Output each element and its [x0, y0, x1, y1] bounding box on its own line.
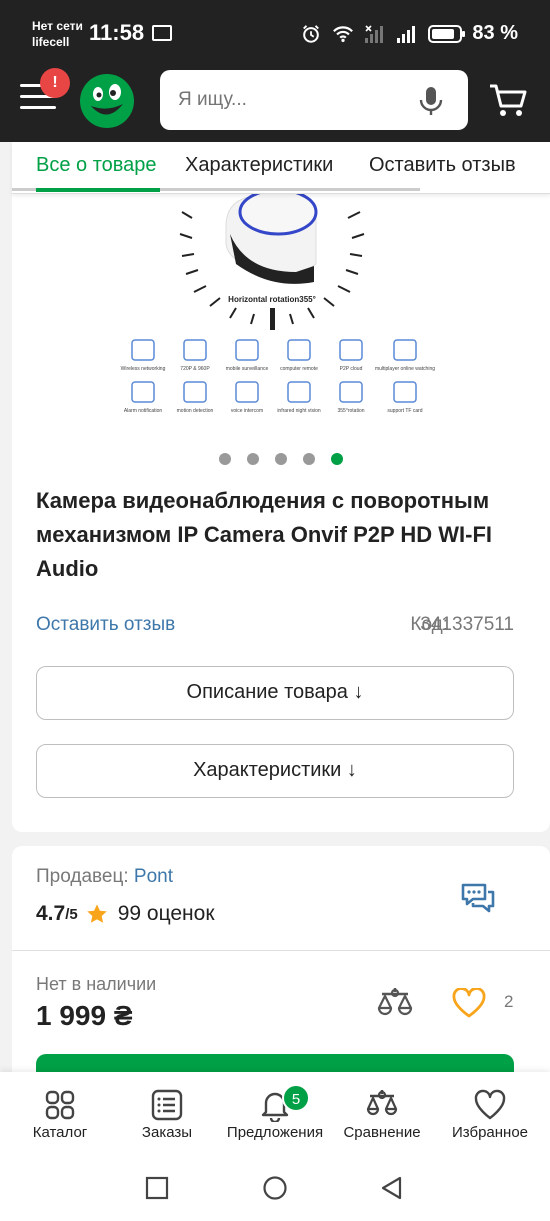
- feature-label: voice intercom: [231, 408, 263, 414]
- compare-icon: [366, 1090, 398, 1116]
- cart-icon[interactable]: [488, 80, 528, 120]
- feature-label: mobile surveillance: [226, 366, 269, 372]
- seller-rating: 4.7/5 99 оценок: [36, 902, 215, 926]
- tab-characteristics[interactable]: Характеристики: [185, 154, 333, 177]
- rating-max: /5: [65, 905, 78, 923]
- heart-icon: [474, 1089, 506, 1120]
- app-header: Нет сети lifecell 11:58 83 % !: [0, 0, 550, 142]
- product-image[interactable]: Horizontal rotation355° Wireless network…: [96, 194, 446, 420]
- nav-offers[interactable]: 5 Предложения: [220, 1072, 330, 1152]
- offers-count-badge: 5: [282, 1084, 310, 1112]
- carrier-line-2: lifecell: [32, 35, 70, 49]
- gallery-dot[interactable]: [219, 453, 231, 465]
- feature-label: support TF card: [387, 408, 422, 414]
- nav-label: Предложения: [226, 1124, 324, 1141]
- product-code-value: 341337511: [420, 614, 514, 635]
- compare-icon[interactable]: [376, 986, 414, 1020]
- chat-icon[interactable]: [460, 882, 496, 916]
- battery-percent: 83 %: [472, 22, 518, 44]
- seller-label: Продавец:: [36, 866, 129, 887]
- product-tabs: Все о товаре Характеристики Оставить отз…: [12, 142, 550, 194]
- rating-value: 4.7: [36, 902, 66, 925]
- nav-label: Избранное: [451, 1124, 529, 1141]
- battery-icon: [428, 24, 466, 43]
- home-circle-icon[interactable]: [263, 1176, 287, 1200]
- nav-compare[interactable]: Сравнение: [327, 1072, 437, 1152]
- carrier-label: Нет сети lifecell: [32, 18, 83, 50]
- leave-review-link[interactable]: Оставить отзыв: [36, 614, 175, 636]
- nav-label: Каталог: [32, 1124, 88, 1141]
- feature-label: Alarm notification: [124, 408, 163, 414]
- system-navigation-bar: [0, 1152, 550, 1221]
- active-tab-indicator: [36, 188, 160, 192]
- feature-label: 355°rotation: [337, 408, 364, 414]
- gallery-pagination: [12, 452, 550, 470]
- search-box[interactable]: [160, 70, 468, 130]
- stock-status: Нет в наличии: [36, 974, 157, 994]
- signal-none-icon: [365, 24, 384, 43]
- feature-label: 720P & 960P: [180, 366, 210, 372]
- feature-label: P2P cloud: [340, 366, 363, 372]
- seller-card: Продавец: Pont 4.7/5 99 оценок Нет в нал…: [12, 846, 550, 1076]
- recents-square-icon[interactable]: [145, 1176, 169, 1200]
- notification-badge: !: [40, 68, 70, 98]
- status-time: 11:58: [89, 20, 145, 45]
- gallery-dot[interactable]: [247, 453, 259, 465]
- gallery-dot[interactable]: [275, 453, 287, 465]
- bottom-navigation: Каталог Заказы 5 Предложения Сравнение И…: [0, 1072, 550, 1152]
- price: 1 999 ₴: [36, 1000, 133, 1031]
- image-caption-rotation: Horizontal rotation355°: [228, 295, 316, 304]
- nav-catalog[interactable]: Каталог: [5, 1072, 115, 1152]
- favorite-heart-icon[interactable]: [452, 988, 486, 1018]
- alarm-icon: [303, 24, 320, 43]
- carrier-line-1: Нет сети: [32, 19, 83, 33]
- signal-icon: [397, 25, 416, 43]
- feature-label: computer remote: [280, 366, 318, 372]
- seller-name-link[interactable]: Pont: [134, 866, 173, 887]
- microphone-icon[interactable]: [418, 86, 444, 116]
- catalog-icon: [45, 1090, 75, 1120]
- tab-leave-review[interactable]: Оставить отзыв: [369, 154, 516, 177]
- feature-label: motion detection: [177, 408, 214, 414]
- cast-icon: [152, 25, 172, 41]
- product-card: Horizontal rotation355° Wireless network…: [12, 194, 550, 832]
- reviews-count[interactable]: 99 оценок: [118, 902, 215, 926]
- seller-row: Продавец: Pont: [36, 866, 173, 888]
- orders-icon: [151, 1089, 183, 1121]
- feature-label: Wireless networking: [121, 366, 166, 372]
- tab-all-about-product[interactable]: Все о товаре: [36, 154, 157, 177]
- rozetka-logo[interactable]: [78, 70, 136, 130]
- nav-favorites[interactable]: Избранное: [435, 1072, 545, 1152]
- nav-label: Сравнение: [343, 1124, 421, 1141]
- description-button[interactable]: Описание товара ↓: [36, 666, 514, 720]
- wifi-icon: [333, 25, 354, 42]
- product-title: Камера видеонаблюдения с поворотным меха…: [36, 488, 493, 581]
- nav-label: Заказы: [141, 1124, 193, 1141]
- status-bar: Нет сети lifecell 11:58 83 %: [0, 0, 550, 62]
- feature-label: multiplayer online watching: [375, 366, 435, 372]
- divider: [12, 950, 550, 951]
- favorites-count: 2: [504, 992, 514, 1011]
- back-triangle-icon[interactable]: [380, 1176, 404, 1200]
- nav-orders[interactable]: Заказы: [112, 1072, 222, 1152]
- gallery-dot[interactable]: [331, 453, 343, 465]
- gallery-dot[interactable]: [303, 453, 315, 465]
- star-icon: [87, 904, 107, 923]
- search-input[interactable]: [178, 70, 398, 130]
- characteristics-button[interactable]: Характеристики ↓: [36, 744, 514, 798]
- feature-label: infrared night vision: [277, 408, 321, 414]
